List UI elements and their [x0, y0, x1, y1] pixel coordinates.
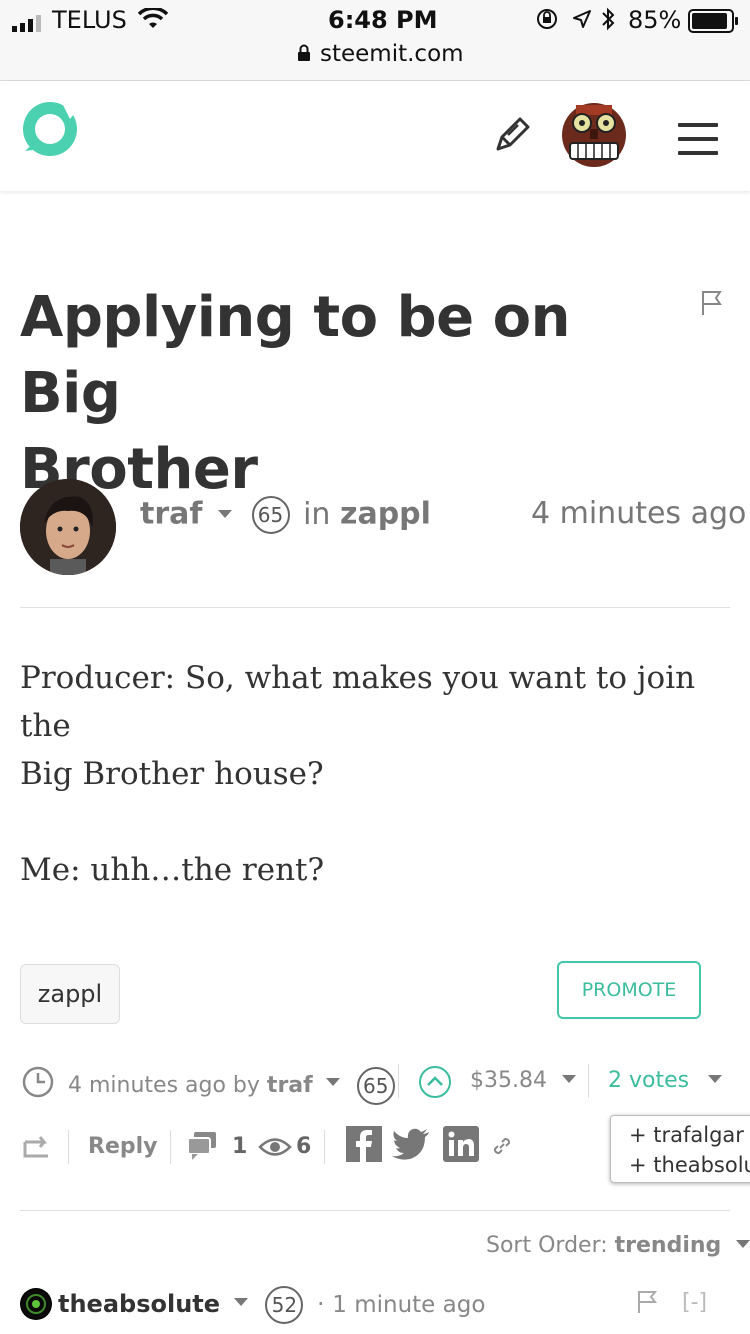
link-icon[interactable]	[490, 1134, 514, 1163]
footer-author-line: 4 minutes ago by traf 65	[68, 1067, 395, 1105]
view-count: 6	[296, 1134, 312, 1159]
footer-reputation-badge: 65	[356, 1067, 395, 1105]
orientation-lock-icon	[536, 8, 558, 35]
comment-header: theabsolute 52 · 1 minute ago	[58, 1286, 485, 1324]
voter-item[interactable]: + trafalgar	[629, 1120, 750, 1150]
post-title: Applying to be on Big Brother	[20, 280, 680, 508]
battery-label: 85%	[628, 6, 682, 34]
flag-icon[interactable]	[700, 290, 724, 321]
votes-dropdown-icon[interactable]	[708, 1075, 723, 1083]
separator	[588, 1064, 589, 1098]
comment-author-avatar[interactable]	[20, 1288, 52, 1320]
payout-value: $35.84	[470, 1068, 547, 1093]
user-avatar[interactable]	[562, 99, 626, 171]
battery-icon	[688, 9, 740, 38]
votes-count: 2 votes	[608, 1068, 690, 1093]
author-avatar[interactable]	[20, 479, 116, 575]
separator	[68, 1130, 69, 1164]
sort-value[interactable]: trending	[615, 1233, 722, 1258]
clock-icon	[22, 1066, 54, 1103]
wifi-icon	[137, 6, 169, 35]
comment-count: 1	[232, 1134, 248, 1159]
comments-icon[interactable]	[186, 1130, 218, 1167]
body-line: Big Brother house?	[20, 756, 324, 792]
payout-dropdown-icon[interactable]	[561, 1075, 576, 1083]
eye-icon	[258, 1136, 292, 1163]
community-link[interactable]: zappl	[340, 497, 431, 532]
footer-time: 4 minutes ago by	[68, 1073, 260, 1098]
post-time[interactable]: 4 minutes ago	[531, 496, 746, 531]
tag-chip[interactable]: zappl	[20, 964, 120, 1024]
post-meta: traf 65 in zappl	[140, 496, 431, 534]
carrier-label: TELUS	[52, 6, 127, 34]
reply-link[interactable]: Reply	[88, 1134, 158, 1159]
body-line: Me: uhh…the rent?	[20, 852, 325, 888]
reputation-badge: 65	[251, 496, 290, 534]
linkedin-icon[interactable]	[443, 1126, 479, 1167]
signal-icon	[12, 14, 48, 37]
divider	[20, 607, 730, 608]
time-label: 6:48 PM	[328, 6, 438, 34]
votes-link[interactable]: 2 votes	[608, 1068, 723, 1093]
post-title-line: Applying to be on Big	[20, 285, 571, 426]
sort-dropdown-icon[interactable]	[736, 1240, 750, 1248]
sort-order[interactable]: Sort Order: trending	[486, 1233, 750, 1258]
separator	[324, 1130, 325, 1164]
facebook-icon[interactable]	[346, 1126, 382, 1167]
url-bar[interactable]: steemit.com	[320, 41, 464, 67]
separator	[398, 1064, 399, 1098]
compose-pen-icon[interactable]	[492, 115, 532, 160]
comment-reputation-badge: 52	[265, 1286, 304, 1324]
divider	[20, 1210, 730, 1211]
hamburger-menu-icon[interactable]	[678, 123, 718, 165]
lock-icon	[297, 44, 311, 67]
app-header	[0, 81, 750, 191]
upvote-icon[interactable]	[418, 1065, 452, 1104]
footer-author-dropdown-icon[interactable]	[325, 1078, 340, 1086]
comment-author-link[interactable]: theabsolute	[58, 1290, 220, 1318]
footer-author-link[interactable]: traf	[267, 1073, 313, 1098]
in-label: in	[303, 496, 331, 532]
promote-button[interactable]: PROMOTE	[557, 961, 701, 1019]
status-bar: TELUS 6:48 PM 85% steemit.com	[0, 0, 750, 81]
author-dropdown-icon[interactable]	[217, 509, 232, 518]
comment-flag-icon[interactable]	[636, 1290, 658, 1319]
comment-author-dropdown-icon[interactable]	[233, 1298, 248, 1306]
post-body: Producer: So, what makes you want to joi…	[20, 654, 730, 894]
body-line: Producer: So, what makes you want to joi…	[20, 660, 696, 744]
payout-amount[interactable]: $35.84	[470, 1068, 576, 1093]
sort-label: Sort Order:	[486, 1233, 608, 1258]
steemit-logo[interactable]	[20, 99, 80, 164]
twitter-icon[interactable]	[392, 1128, 430, 1165]
resteem-icon[interactable]	[22, 1134, 52, 1165]
separator	[170, 1130, 171, 1164]
bluetooth-icon	[600, 7, 616, 36]
author-link[interactable]: traf	[140, 497, 202, 532]
collapse-toggle[interactable]: [-]	[682, 1290, 707, 1315]
voters-tooltip: + trafalgar + theabsolute	[610, 1115, 750, 1183]
comment-time[interactable]: 1 minute ago	[332, 1292, 485, 1318]
voter-item[interactable]: + theabsolute	[629, 1150, 750, 1180]
location-icon	[572, 9, 592, 34]
